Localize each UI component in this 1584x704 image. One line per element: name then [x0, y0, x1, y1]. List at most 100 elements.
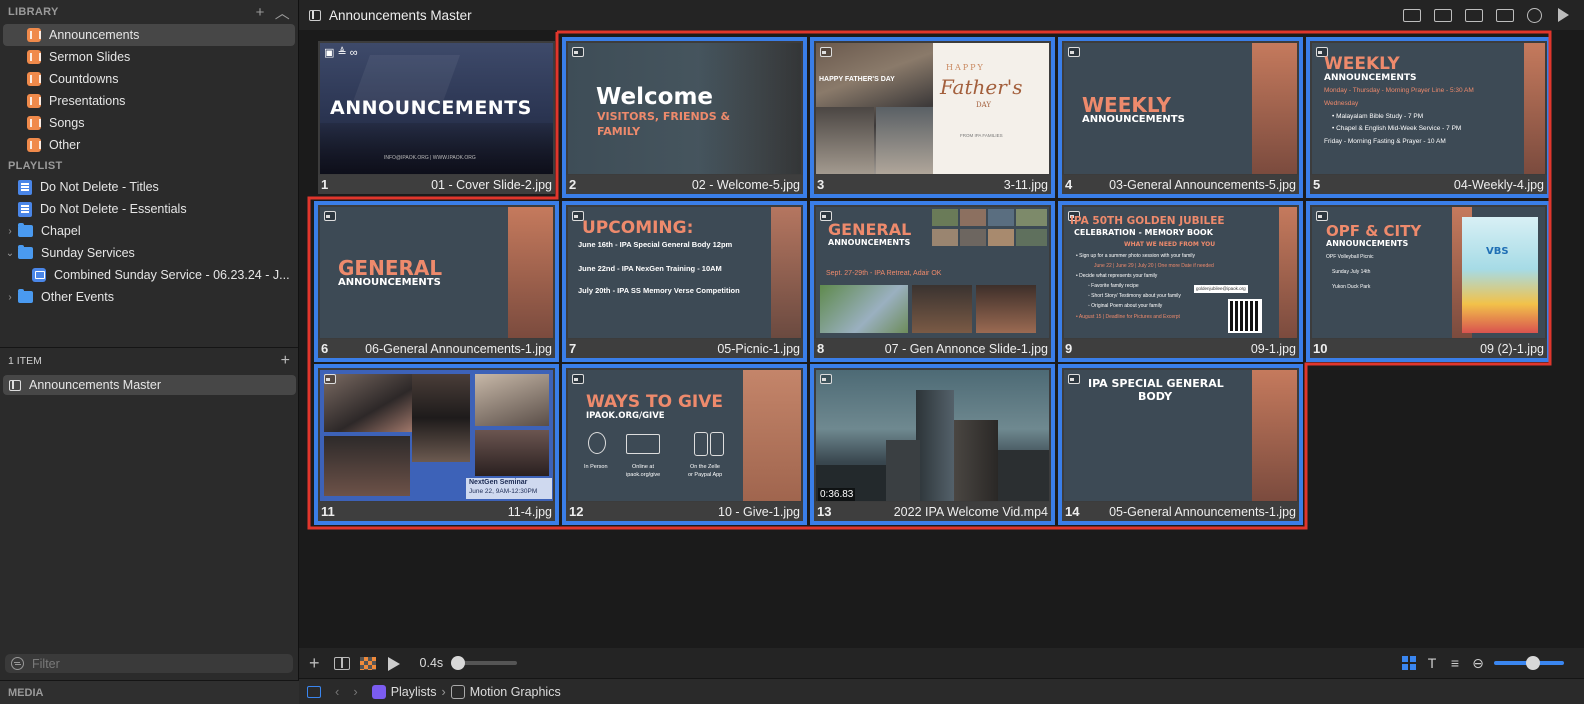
slide-title: WAYS TO GIVE — [586, 392, 724, 412]
slide-thumbnail[interactable]: NextGen Seminar June 22, 9AM-12:30PM 11 … — [314, 364, 559, 525]
sidebar-toggle-icon[interactable] — [307, 685, 321, 698]
slide-thumbnail[interactable]: IPA SPECIAL GENERAL BODY 14 05-General A… — [1058, 364, 1303, 525]
list-view-icon[interactable]: ≡ — [1448, 656, 1462, 670]
slide-number: 13 — [817, 504, 832, 519]
record-icon[interactable] — [1527, 7, 1542, 23]
slide-title: IPA SPECIAL GENERAL — [1088, 377, 1224, 390]
add-library-icon[interactable]: + — [256, 4, 265, 21]
slide-thumbnail[interactable]: WEEKLY ANNOUNCEMENTS 4 03-General Announ… — [1058, 37, 1303, 198]
slide-thumbnail[interactable]: IPA 50TH GOLDEN JUBILEE CELEBRATION - ME… — [1058, 201, 1303, 362]
slide-number: 12 — [569, 504, 584, 519]
presentation-title: Announcements Master — [329, 7, 472, 23]
slide-number: 3 — [817, 177, 825, 192]
library-item-other[interactable]: Other — [3, 134, 295, 156]
slide-filename: 01 - Cover Slide-2.jpg — [431, 177, 552, 192]
arrangement-icon[interactable] — [1465, 8, 1483, 22]
slide-filename: 07 - Gen Annonce Slide-1.jpg — [884, 341, 1048, 356]
slide-thumbnail[interactable]: WEEKLY ANNOUNCEMENTS Monday - Thursday -… — [1306, 37, 1551, 198]
playlist-folder-chapel[interactable]: › Chapel — [0, 220, 298, 242]
slide-filename: 06-General Announcements-1.jpg — [365, 341, 552, 356]
playlist-item-label: Do Not Delete - Essentials — [40, 202, 187, 216]
media-header[interactable]: MEDIA — [0, 680, 299, 704]
slide-title: ANNOUNCEMENTS — [330, 97, 532, 119]
go-to-next-icon[interactable] — [386, 656, 402, 671]
library-item-countdowns[interactable]: Countdowns — [3, 68, 295, 90]
slide-thumbnail[interactable]: 0:36.83 13 2022 IPA Welcome Vid.mp4 — [810, 364, 1055, 525]
slide-title: OPF & CITY — [1326, 222, 1422, 240]
breadcrumb-playlists[interactable]: Playlists — [391, 685, 437, 699]
filter-field[interactable] — [5, 654, 293, 673]
library-item-label: Presentations — [49, 94, 126, 108]
slide-line: June 22nd - IPA NexGen Training - 10AM — [578, 264, 722, 273]
disclosure-right-icon[interactable]: › — [2, 292, 18, 303]
library-header-label: LIBRARY — [8, 6, 59, 18]
add-item-icon[interactable]: + — [281, 352, 290, 370]
layout-icon[interactable] — [1496, 8, 1514, 22]
slide-thumbnail[interactable]: WAYS TO GIVE IPAOK.ORG/GIVE In Person On… — [562, 364, 807, 525]
library-header: LIBRARY + ︿ — [0, 0, 298, 24]
folder-icon — [18, 289, 33, 303]
filter-input[interactable] — [32, 656, 272, 671]
slide-subtitle: CELEBRATION - MEMORY BOOK — [1074, 228, 1213, 237]
slide-title: GENERAL — [828, 220, 912, 239]
slide-thumbnail[interactable]: VBS OPF & CITY ANNOUNCEMENTS OPF Volleyb… — [1306, 201, 1551, 362]
slide-thumbnail[interactable]: UPCOMING: June 16th - IPA Special Genera… — [562, 201, 807, 362]
disclosure-right-icon[interactable]: › — [2, 226, 18, 237]
slider-knob[interactable] — [450, 656, 465, 670]
slide-thumbnail[interactable]: GENERAL ANNOUNCEMENTS 6 06-General Annou… — [314, 201, 559, 362]
laptop-icon — [626, 434, 660, 454]
slide-caption: 6 06-General Announcements-1.jpg — [318, 339, 555, 358]
library-item-label: Other — [49, 138, 81, 152]
playlist-item-essentials[interactable]: Do Not Delete - Essentials — [0, 198, 298, 220]
transition-duration: 0.4s — [419, 656, 444, 670]
seminar-caption: NextGen Seminar June 22, 9AM-12:30PM — [466, 478, 552, 499]
give-option-1: In Person — [584, 464, 608, 470]
more-options-icon[interactable]: ⊖ — [1471, 656, 1485, 670]
slide-line: • August 15 | Deadline for Pictures and … — [1076, 314, 1180, 320]
slide-subtitle-2: FAMILY — [597, 125, 641, 138]
forward-arrow-icon[interactable]: › — [353, 684, 357, 699]
slide-thumbnail[interactable]: Welcome VISITORS, FRIENDS & FAMILY 2 02 … — [562, 37, 807, 198]
playlist-folder-sunday-services[interactable]: ⌄ Sunday Services — [0, 242, 298, 264]
duration-slider[interactable] — [450, 656, 518, 670]
library-item-sermon-slides[interactable]: Sermon Slides — [3, 46, 295, 68]
slide-filename: 03-General Announcements-5.jpg — [1109, 177, 1296, 192]
seminar-caption-line-1: NextGen Seminar — [469, 479, 528, 486]
play-icon[interactable] — [1555, 7, 1571, 23]
item-announcements-master[interactable]: Announcements Master — [3, 375, 296, 395]
slide-title: HAPPY FATHER'S DAY — [819, 76, 895, 83]
script-line-3: DAY — [976, 101, 992, 109]
slider-knob[interactable] — [1525, 656, 1540, 670]
back-arrow-icon[interactable]: ‹ — [335, 684, 339, 699]
keyboard-icon[interactable] — [1403, 8, 1421, 22]
slide-thumbnail[interactable]: GENERAL ANNOUNCEMENTS Sept. 27-29th - IP… — [810, 201, 1055, 362]
add-slide-icon[interactable]: + — [309, 653, 320, 674]
script-line-2: Father's — [940, 75, 1023, 99]
zoom-slider[interactable] — [1494, 656, 1564, 670]
split-view-icon[interactable] — [333, 656, 350, 670]
playlist-folder-other-events[interactable]: › Other Events — [0, 286, 298, 308]
disclosure-down-icon[interactable]: ⌄ — [2, 248, 18, 259]
library-item-announcements[interactable]: Announcements — [3, 24, 295, 46]
text-view-icon[interactable]: T — [1425, 656, 1439, 670]
presentation-icon — [32, 268, 46, 282]
collapse-chevron-icon[interactable]: ︿ — [275, 2, 290, 23]
playlist-item-combined-sunday[interactable]: Combined Sunday Service - 06.23.24 - J..… — [0, 264, 298, 286]
library-item-songs[interactable]: Songs — [3, 112, 295, 134]
library-icon — [27, 94, 41, 108]
slide-filename: 04-Weekly-4.jpg — [1453, 177, 1544, 192]
image-icon — [324, 211, 336, 221]
slide-number: 7 — [569, 341, 577, 356]
notes-icon[interactable] — [1434, 8, 1452, 22]
library-item-presentations[interactable]: Presentations — [3, 90, 295, 112]
slide-caption: 11 11-4.jpg — [318, 502, 555, 521]
playlist-item-titles[interactable]: Do Not Delete - Titles — [0, 176, 298, 198]
slide-thumbnail[interactable]: HAPPY FATHER'S DAY HAPPY Father's DAY FR… — [810, 37, 1055, 198]
grid-view-icon[interactable] — [1402, 656, 1416, 670]
slide-thumbnail[interactable]: ANNOUNCEMENTS INFO@IPAOK.ORG | WWW.IPAOK… — [318, 41, 555, 194]
breadcrumb-motion-graphics[interactable]: Motion Graphics — [470, 685, 561, 699]
slide-filename: 09-1.jpg — [1250, 341, 1296, 356]
transition-icon[interactable] — [359, 656, 376, 670]
slide-line: • Decide what represents your family — [1076, 273, 1158, 279]
slide-number: 8 — [817, 341, 825, 356]
